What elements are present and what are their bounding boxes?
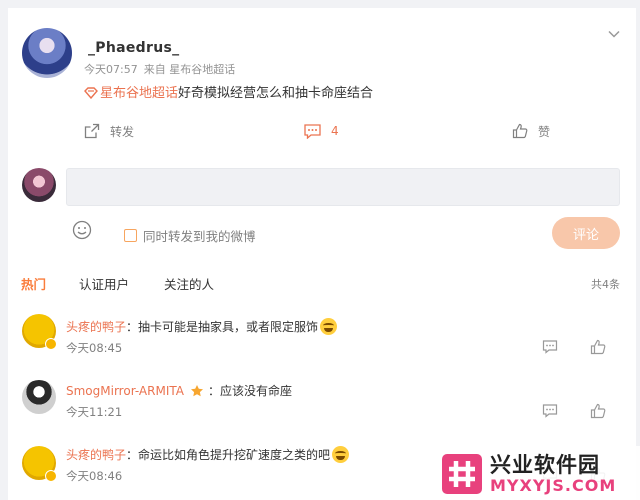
comment-text: ：抽卡可能是抽家具，或者限定服饰 xyxy=(126,320,319,334)
comment-avatar[interactable] xyxy=(22,380,56,414)
post-content: 星布谷地超话好奇模拟经营怎么和抽卡命座结合 xyxy=(84,82,373,101)
verified-badge-icon xyxy=(45,338,57,350)
tab-hot[interactable]: 热门 xyxy=(21,274,46,293)
like-label: 赞 xyxy=(538,124,551,139)
tab-following[interactable]: 关注的人 xyxy=(164,274,214,293)
comment-text: ：应该没有命座 xyxy=(207,384,292,398)
emoji-icon xyxy=(320,318,338,335)
comment-time: 今天08:45 xyxy=(66,341,123,355)
chevron-down-icon[interactable] xyxy=(608,28,620,40)
repost-checkbox-row[interactable]: 同时转发到我的微博 xyxy=(124,226,256,245)
reply-icon[interactable] xyxy=(542,339,558,355)
post-meta: 今天07:57 来自 星布谷地超话 xyxy=(84,61,241,77)
thumbs-up-icon[interactable] xyxy=(590,403,606,419)
comment-time: 今天11:21 xyxy=(66,405,123,419)
emoji-picker-icon[interactable] xyxy=(72,220,92,240)
comment-author[interactable]: 头疼的鸭子 xyxy=(66,320,126,334)
comment-text: ：命运比如角色提升挖矿速度之类的吧 xyxy=(126,448,331,462)
watermark-title: 兴业软件园 xyxy=(490,452,600,477)
super-topic-icon xyxy=(84,87,98,99)
comment-author[interactable]: 头疼的鸭子 xyxy=(66,448,126,462)
comment-button[interactable]: 4 xyxy=(304,116,339,146)
post-action-bar: 转发 4 赞 xyxy=(8,116,636,146)
thumbs-up-icon[interactable] xyxy=(590,339,606,355)
comment-icon xyxy=(304,123,321,139)
tab-verified-users[interactable]: 认证用户 xyxy=(79,274,129,293)
super-topic-link[interactable]: 星布谷地超话 xyxy=(100,86,178,101)
thumbs-up-icon xyxy=(512,123,528,139)
watermark-url: MYXYJS.COM xyxy=(490,475,617,495)
repost-checkbox[interactable] xyxy=(124,229,137,242)
like-button[interactable]: 赞 xyxy=(512,116,550,146)
hash-logo-icon xyxy=(442,454,482,494)
post-source[interactable]: 来自 星布谷地超话 xyxy=(144,63,236,76)
site-watermark: 兴业软件园 MYXYJS.COM xyxy=(436,446,640,500)
post-time[interactable]: 今天07:57 xyxy=(84,63,138,76)
comment-total-count: 共4条 xyxy=(591,278,620,291)
comment-input[interactable] xyxy=(66,168,620,206)
post-text: 好奇模拟经营怎么和抽卡命座结合 xyxy=(178,86,374,101)
post-author-name[interactable]: _Phaedrus_ xyxy=(88,40,179,56)
comment-author[interactable]: SmogMirror-ARMITA xyxy=(66,384,184,398)
comment-count: 4 xyxy=(331,124,339,138)
fan-medal-icon xyxy=(190,385,203,397)
watermark-text: 兴业软件园 MYXYJS.COM xyxy=(490,452,617,495)
comment-body: SmogMirror-ARMITA ：应该没有命座 xyxy=(66,382,292,399)
current-user-avatar xyxy=(22,168,56,202)
reply-icon[interactable] xyxy=(542,403,558,419)
comment-body: 头疼的鸭子：抽卡可能是抽家具，或者限定服饰 xyxy=(66,318,338,335)
comment-filter-tabs: 热门 认证用户 关注的人 共4条 xyxy=(8,274,636,294)
comment-body: 头疼的鸭子：命运比如角色提升挖矿速度之类的吧 xyxy=(66,446,350,463)
forward-label: 转发 xyxy=(110,124,135,139)
repost-label: 同时转发到我的微博 xyxy=(143,229,256,244)
verified-badge-icon xyxy=(45,470,57,482)
forward-icon xyxy=(84,123,100,139)
submit-comment-button[interactable]: 评论 xyxy=(552,217,620,249)
laughing-emoji-icon xyxy=(332,446,350,463)
forward-button[interactable]: 转发 xyxy=(84,116,134,146)
weibo-post-card: _Phaedrus_ 今天07:57 来自 星布谷地超话 星布谷地超话好奇模拟经营… xyxy=(8,8,640,500)
comment-time: 今天08:46 xyxy=(66,469,123,483)
post-author-avatar[interactable] xyxy=(22,28,72,78)
